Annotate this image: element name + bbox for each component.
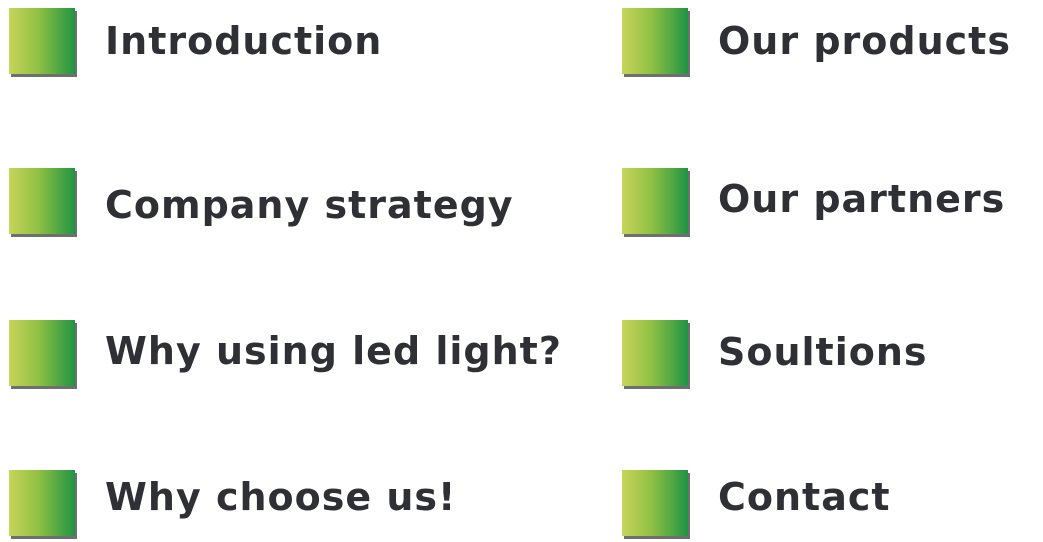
menu-item-label: Why choose us! — [105, 475, 457, 519]
green-square-bullet-icon — [9, 470, 75, 536]
green-square-bullet-icon — [622, 168, 688, 234]
menu-item-label: Contact — [718, 475, 891, 519]
menu-item-label: Our partners — [718, 177, 1006, 221]
menu-item-label: Company strategy — [105, 183, 514, 227]
green-square-bullet-icon — [9, 8, 75, 74]
green-square-bullet-icon — [622, 8, 688, 74]
menu-item-label: Why using led light? — [105, 329, 562, 373]
menu-item-label: Soultions — [718, 330, 928, 374]
green-square-bullet-icon — [622, 320, 688, 386]
menu-item-label: Our products — [718, 19, 1011, 63]
navigation-menu: Introduction Company strategy Why using … — [0, 0, 1043, 542]
green-square-bullet-icon — [9, 168, 75, 234]
menu-item-label: Introduction — [105, 19, 383, 63]
green-square-bullet-icon — [622, 470, 688, 536]
green-square-bullet-icon — [9, 320, 75, 386]
